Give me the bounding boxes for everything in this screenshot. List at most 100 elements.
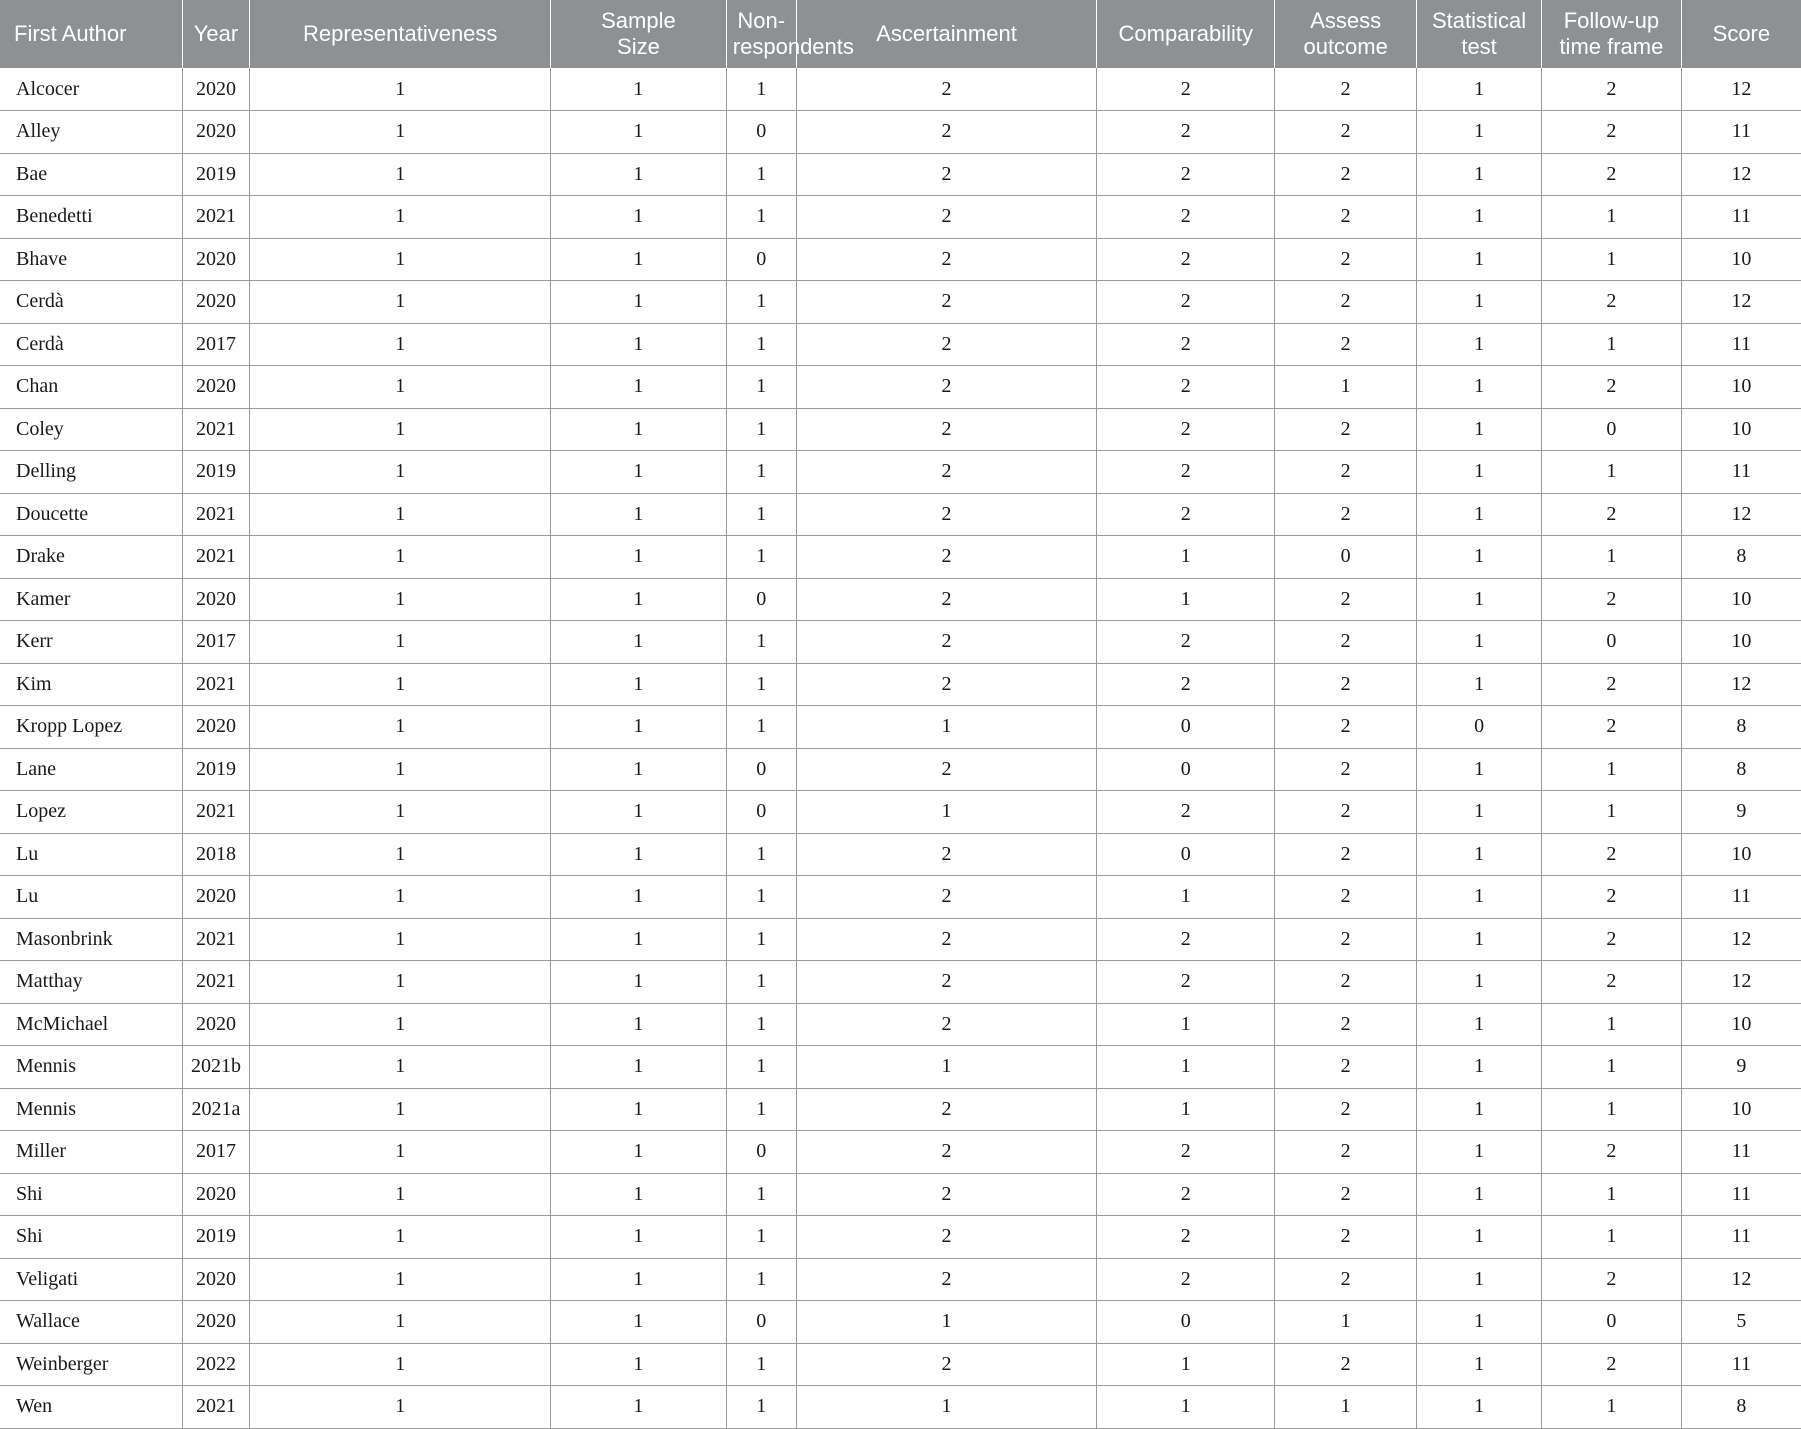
- cell-score: 12: [1681, 68, 1801, 111]
- cell-comparability: 0: [1096, 833, 1276, 876]
- cell-follow-up-time-frame: 0: [1541, 408, 1682, 451]
- cell-assess-outcome: 2: [1274, 323, 1418, 366]
- cell-follow-up-time-frame: 1: [1541, 323, 1682, 366]
- cell-follow-up-time-frame: 1: [1541, 1385, 1682, 1429]
- cell-ascertainment: 2: [796, 1173, 1098, 1216]
- cell-representativeness: 1: [249, 960, 552, 1004]
- cell-first-author: Masonbrink: [0, 918, 183, 961]
- cell-representativeness: 1: [249, 578, 552, 621]
- cell-non-respondents: 1: [726, 875, 797, 919]
- cell-comparability: 2: [1096, 493, 1276, 536]
- cell-statistical-test: 1: [1416, 153, 1543, 196]
- cell-representativeness: 1: [249, 875, 552, 919]
- cell-statistical-test: 1: [1416, 450, 1543, 494]
- cell-follow-up-time-frame: 1: [1541, 1045, 1682, 1089]
- table-row: Alley 2020 1 1 0 2 2 2 1 2 11: [0, 110, 1801, 154]
- cell-comparability: 2: [1096, 790, 1276, 834]
- cell-assess-outcome: 2: [1274, 1343, 1418, 1386]
- cell-follow-up-time-frame: 2: [1541, 875, 1682, 919]
- cell-non-respondents: 1: [726, 195, 797, 239]
- cell-first-author: Chan: [0, 365, 183, 409]
- header-label-assess-outcome-line2: outcome: [1303, 34, 1388, 59]
- cell-first-author: Lopez: [0, 790, 183, 834]
- cell-ascertainment: 2: [796, 1343, 1098, 1386]
- cell-year: 2020: [182, 1003, 251, 1046]
- cell-statistical-test: 1: [1416, 578, 1543, 621]
- column-header-year: Year: [182, 0, 251, 68]
- cell-year: 2019: [182, 450, 251, 494]
- cell-statistical-test: 1: [1416, 110, 1543, 154]
- cell-statistical-test: 1: [1416, 790, 1543, 834]
- table-row: Drake 2021 1 1 1 2 1 0 1 1 8: [0, 535, 1801, 579]
- cell-ascertainment: 2: [796, 1088, 1098, 1131]
- cell-representativeness: 1: [249, 663, 552, 706]
- cell-representativeness: 1: [249, 1003, 552, 1046]
- cell-score: 11: [1681, 450, 1801, 494]
- cell-comparability: 2: [1096, 110, 1276, 154]
- cell-sample-size: 1: [550, 1385, 727, 1429]
- cell-representativeness: 1: [249, 450, 552, 494]
- cell-first-author: Kim: [0, 663, 183, 706]
- cell-non-respondents: 1: [726, 68, 797, 111]
- cell-representativeness: 1: [249, 68, 552, 111]
- cell-first-author: Cerdà: [0, 280, 183, 324]
- cell-follow-up-time-frame: 1: [1541, 748, 1682, 791]
- cell-ascertainment: 2: [796, 748, 1098, 791]
- cell-first-author: Shi: [0, 1215, 183, 1259]
- header-label-follow-up-line1: Follow-up: [1563, 8, 1660, 34]
- cell-year: 2021: [182, 663, 251, 706]
- header-label-sample-size-line2: Size: [617, 34, 660, 59]
- cell-assess-outcome: 2: [1274, 493, 1418, 536]
- cell-first-author: Shi: [0, 1173, 183, 1216]
- cell-non-respondents: 1: [726, 408, 797, 451]
- cell-ascertainment: 2: [796, 1130, 1098, 1174]
- cell-non-respondents: 1: [726, 1045, 797, 1089]
- header-label-year: Year: [193, 21, 239, 47]
- cell-sample-size: 1: [550, 705, 727, 749]
- column-header-assess-outcome: Assess outcome: [1274, 0, 1418, 68]
- cell-non-respondents: 1: [726, 1088, 797, 1131]
- cell-follow-up-time-frame: 0: [1541, 620, 1682, 664]
- cell-sample-size: 1: [550, 875, 727, 919]
- table-row: Kerr 2017 1 1 1 2 2 2 1 0 10: [0, 620, 1801, 664]
- cell-comparability: 1: [1096, 1343, 1276, 1386]
- cell-follow-up-time-frame: 1: [1541, 1215, 1682, 1259]
- cell-ascertainment: 2: [796, 323, 1098, 366]
- cell-score: 12: [1681, 960, 1801, 1004]
- cell-comparability: 2: [1096, 663, 1276, 706]
- cell-comparability: 1: [1096, 1088, 1276, 1131]
- cell-score: 10: [1681, 365, 1801, 409]
- cell-follow-up-time-frame: 1: [1541, 195, 1682, 239]
- cell-comparability: 2: [1096, 68, 1276, 111]
- cell-score: 8: [1681, 748, 1801, 791]
- cell-non-respondents: 1: [726, 323, 797, 366]
- cell-follow-up-time-frame: 1: [1541, 238, 1682, 281]
- cell-ascertainment: 2: [796, 408, 1098, 451]
- cell-statistical-test: 1: [1416, 833, 1543, 876]
- cell-assess-outcome: 2: [1274, 408, 1418, 451]
- cell-assess-outcome: 2: [1274, 705, 1418, 749]
- cell-ascertainment: 2: [796, 195, 1098, 239]
- cell-year: 2020: [182, 365, 251, 409]
- cell-statistical-test: 1: [1416, 875, 1543, 919]
- cell-score: 11: [1681, 875, 1801, 919]
- cell-assess-outcome: 2: [1274, 960, 1418, 1004]
- cell-assess-outcome: 2: [1274, 153, 1418, 196]
- cell-follow-up-time-frame: 0: [1541, 1300, 1682, 1344]
- cell-year: 2020: [182, 1300, 251, 1344]
- cell-sample-size: 1: [550, 578, 727, 621]
- cell-score: 12: [1681, 918, 1801, 961]
- cell-score: 11: [1681, 1343, 1801, 1386]
- cell-assess-outcome: 1: [1274, 1385, 1418, 1429]
- cell-ascertainment: 1: [796, 790, 1098, 834]
- cell-follow-up-time-frame: 1: [1541, 450, 1682, 494]
- column-header-representativeness: Representativeness: [249, 0, 552, 68]
- header-label-comparability: Comparability: [1118, 21, 1254, 47]
- cell-representativeness: 1: [249, 1300, 552, 1344]
- cell-first-author: Doucette: [0, 493, 183, 536]
- cell-comparability: 1: [1096, 578, 1276, 621]
- cell-sample-size: 1: [550, 790, 727, 834]
- cell-sample-size: 1: [550, 1258, 727, 1301]
- cell-assess-outcome: 2: [1274, 68, 1418, 111]
- cell-first-author: Veligati: [0, 1258, 183, 1301]
